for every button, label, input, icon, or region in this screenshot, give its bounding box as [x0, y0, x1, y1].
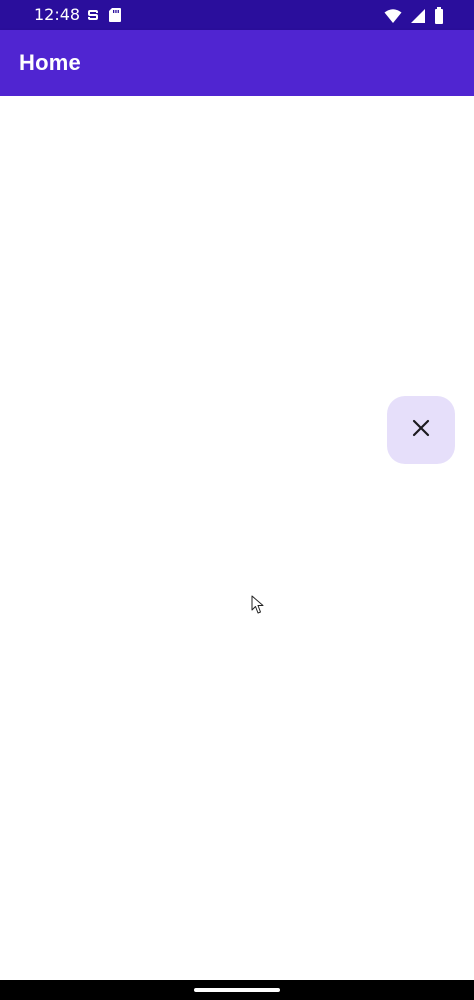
- page-title: Home: [19, 50, 81, 75]
- battery-icon: [434, 7, 444, 28]
- close-fab-button[interactable]: [387, 396, 455, 464]
- sync-icon: [86, 7, 100, 27]
- wifi-icon: [384, 8, 402, 28]
- status-right-icons: [384, 7, 444, 28]
- mouse-pointer-icon: [251, 595, 265, 615]
- phone-screen: 12:48 Home: [0, 0, 474, 1000]
- sd-card-icon: [108, 7, 121, 27]
- status-time: 12:48: [34, 5, 81, 24]
- navigation-bar: [0, 980, 474, 1000]
- main-content: [0, 96, 474, 980]
- status-left-icons: [86, 7, 121, 27]
- status-bar: 12:48: [0, 0, 474, 30]
- close-icon: [411, 418, 431, 442]
- app-bar: Home: [0, 30, 474, 96]
- signal-icon: [410, 8, 426, 28]
- home-indicator[interactable]: [194, 988, 280, 992]
